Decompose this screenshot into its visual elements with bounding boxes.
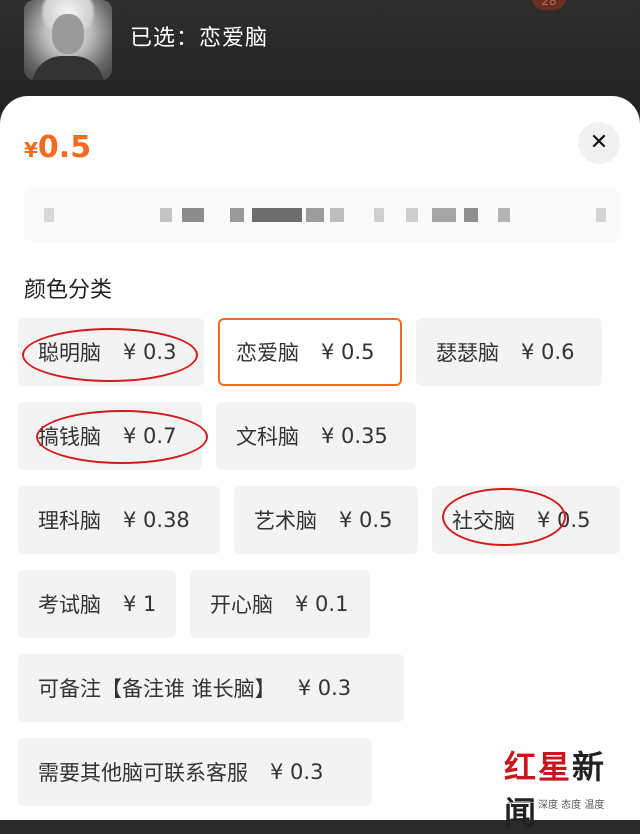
option-chip-sese[interactable]: 瑟瑟脑 ¥ 0.6	[416, 318, 602, 386]
thumbnail-coat	[32, 56, 104, 80]
option-label: 恋爱脑	[236, 341, 299, 365]
blur-block	[406, 208, 418, 222]
price-symbol: ¥	[24, 138, 38, 162]
option-price: ¥ 0.35	[321, 424, 388, 448]
option-label: 需要其他脑可联系客服	[38, 761, 248, 785]
option-label: 瑟瑟脑	[436, 341, 499, 365]
option-chip-social[interactable]: 社交脑 ¥ 0.5	[432, 486, 620, 554]
option-label: 考试脑	[38, 593, 101, 617]
news-watermark: 红星新闻 深度 态度 温度	[504, 742, 632, 832]
section-title: 颜色分类	[24, 278, 113, 303]
cart-badge: 28	[532, 0, 566, 10]
product-thumbnail[interactable]	[24, 0, 112, 80]
blur-block	[230, 208, 244, 222]
option-chip-liberal-arts[interactable]: 文科脑 ¥ 0.35	[216, 402, 416, 470]
option-price: ¥ 0.3	[270, 760, 324, 784]
option-label: 搞钱脑	[38, 425, 101, 449]
option-chip-exam[interactable]: 考试脑 ¥ 1	[18, 570, 176, 638]
option-label: 文科脑	[236, 425, 299, 449]
option-label: 可备注【备注谁 谁长脑】	[38, 677, 276, 701]
watermark-tagline: 深度 态度 温度	[538, 800, 605, 811]
option-label: 社交脑	[452, 509, 515, 533]
option-chip-art[interactable]: 艺术脑 ¥ 0.5	[234, 486, 418, 554]
option-price: ¥ 0.5	[339, 508, 393, 532]
blur-block	[160, 208, 172, 222]
watermark-logo: 红星新闻	[504, 748, 607, 832]
option-chip-contact-service[interactable]: 需要其他脑可联系客服 ¥ 0.3	[18, 738, 372, 806]
option-label: 理科脑	[38, 509, 101, 533]
option-chip-love[interactable]: 恋爱脑 ¥ 0.5	[218, 318, 402, 386]
price-display: ¥0.5	[24, 130, 91, 165]
blur-block	[498, 208, 510, 222]
blur-block	[252, 208, 302, 222]
close-button[interactable]: ✕	[578, 122, 620, 164]
blur-block	[464, 208, 478, 222]
option-label: 开心脑	[210, 593, 273, 617]
watermark-rule	[508, 802, 534, 803]
option-chip-money[interactable]: 搞钱脑 ¥ 0.7	[18, 402, 202, 470]
option-price: ¥ 1	[123, 592, 157, 616]
blurred-info-bar	[24, 188, 620, 242]
blur-block	[330, 208, 344, 222]
option-price: ¥ 0.3	[297, 676, 352, 700]
option-chip-happy[interactable]: 开心脑 ¥ 0.1	[190, 570, 370, 638]
blur-block	[182, 208, 204, 222]
sku-selection-sheet: ¥0.5 ✕ 颜色分类 聪明脑 ¥ 0.3 恋爱脑 ¥ 0.5 瑟瑟脑 ¥ 0.…	[0, 96, 640, 820]
option-chip-science[interactable]: 理科脑 ¥ 0.38	[18, 486, 220, 554]
option-price: ¥ 0.3	[123, 340, 177, 364]
option-chip-note[interactable]: 可备注【备注谁 谁长脑】 ¥ 0.3	[18, 654, 404, 722]
price-value: 0.5	[37, 130, 92, 165]
blur-block	[432, 208, 456, 222]
blur-block	[306, 208, 324, 222]
option-price: ¥ 0.6	[521, 340, 575, 364]
selected-option-text: 已选：恋爱脑	[130, 26, 269, 51]
option-label: 聪明脑	[38, 341, 101, 365]
option-price: ¥ 0.5	[537, 508, 591, 532]
blur-block	[596, 208, 606, 222]
blur-block	[374, 208, 384, 222]
blur-block	[44, 208, 54, 222]
close-icon: ✕	[589, 130, 609, 155]
option-label: 艺术脑	[254, 509, 317, 533]
option-price: ¥ 0.7	[123, 424, 177, 448]
option-price: ¥ 0.38	[123, 508, 190, 532]
option-price: ¥ 0.5	[321, 340, 375, 364]
option-chip-smart[interactable]: 聪明脑 ¥ 0.3	[18, 318, 204, 386]
thumbnail-face	[52, 14, 84, 54]
option-price: ¥ 0.1	[295, 592, 349, 616]
